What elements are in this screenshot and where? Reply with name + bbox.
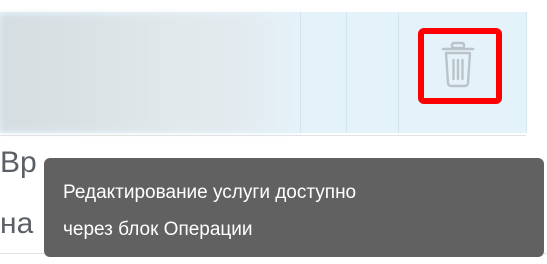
- screen: Вр на Редактирование услуги доступно чер…: [0, 0, 547, 264]
- cell-text-line1: Вр: [0, 146, 37, 179]
- column-divider: [346, 12, 347, 133]
- column-divider: [398, 12, 399, 133]
- column-divider: [526, 12, 527, 133]
- tooltip-line2: через блок Операции: [63, 219, 253, 240]
- tooltip-line1: Редактирование услуги доступно: [63, 182, 357, 203]
- cell-text-line2: на: [0, 207, 34, 240]
- table-row: [0, 0, 547, 135]
- row-divider: [0, 135, 526, 136]
- blurred-cell-content: [0, 14, 300, 132]
- column-divider: [300, 12, 301, 133]
- tooltip: Редактирование услуги доступно через бло…: [44, 158, 544, 257]
- trash-icon: [441, 41, 475, 88]
- delete-button[interactable]: [435, 40, 481, 90]
